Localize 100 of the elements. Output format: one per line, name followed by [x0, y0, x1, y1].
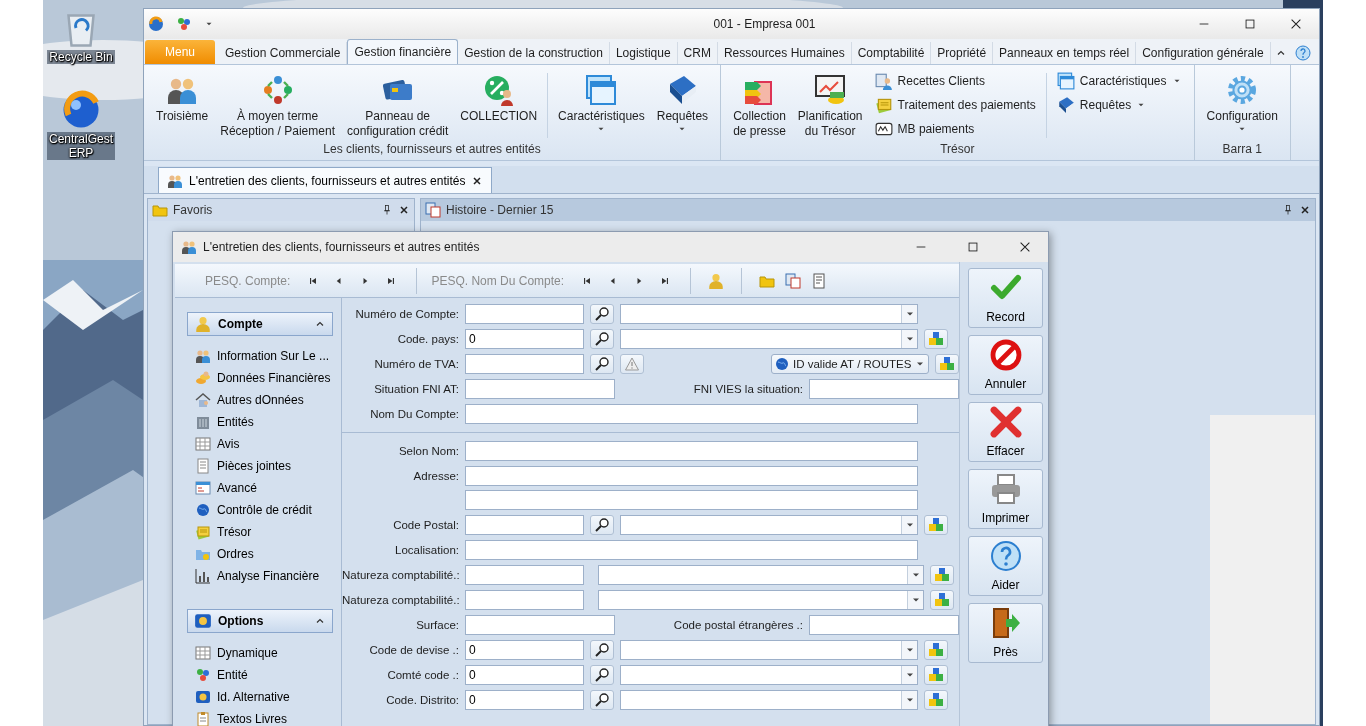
input-field[interactable] — [465, 540, 918, 560]
ribbon-tab[interactable]: Gestion financière — [347, 39, 459, 64]
input-field[interactable] — [465, 590, 584, 610]
ribbon-button[interactable]: À moyen terme Réception / Paiement — [214, 71, 341, 139]
ribbon-button[interactable]: Requêtes — [650, 71, 715, 134]
nav-link[interactable]: Autres dOnnées — [195, 389, 304, 411]
globe-icon — [195, 502, 211, 518]
input-field[interactable]: 0 — [465, 665, 584, 685]
network-icon — [176, 16, 192, 32]
nav-link[interactable]: Ordres — [195, 543, 254, 565]
lookup-button[interactable] — [924, 690, 948, 710]
input-field[interactable] — [465, 515, 584, 535]
field-label: Comté code .: — [386, 668, 459, 683]
pin-button[interactable] — [1282, 204, 1294, 216]
nav-link[interactable]: Dynamique — [195, 642, 278, 664]
input-field[interactable] — [465, 615, 615, 635]
maximize-icon — [966, 240, 980, 254]
dropdown-field[interactable] — [598, 565, 924, 585]
lookup-button[interactable] — [924, 640, 948, 660]
lookup-button[interactable] — [930, 565, 954, 585]
input-field[interactable] — [465, 304, 584, 324]
search-button[interactable] — [590, 354, 614, 374]
input-field[interactable] — [465, 379, 615, 399]
input-field[interactable] — [465, 466, 918, 486]
nav-link[interactable]: Id. Alternative — [195, 686, 290, 708]
section-header[interactable]: Options — [187, 609, 333, 633]
input-field[interactable]: 0 — [465, 640, 584, 660]
ribbon-button[interactable]: Caractéristiques — [552, 71, 651, 134]
dropdown-field[interactable] — [620, 690, 918, 710]
ribbon-button[interactable]: Collection de presse — [727, 71, 792, 139]
nav-link[interactable]: Textos Livres — [195, 708, 288, 726]
documents-icon — [785, 272, 802, 289]
input-field[interactable]: 0 — [465, 690, 584, 710]
search-button[interactable] — [590, 304, 614, 324]
input-field[interactable]: 0 — [465, 329, 584, 349]
delete-icon — [989, 406, 1022, 438]
desktop-shortcut[interactable]: Recycle Bin — [47, 8, 115, 64]
pin-button[interactable] — [381, 204, 393, 216]
field-label: Situation FNI AT: — [373, 382, 459, 397]
nav-link[interactable]: Données Financières — [195, 367, 331, 389]
gear-icon — [1226, 74, 1259, 106]
dropdown-field[interactable] — [620, 515, 918, 535]
dropdown-field[interactable] — [598, 590, 924, 610]
ribbon-button[interactable]: Requêtes — [1054, 95, 1184, 115]
input-field[interactable] — [465, 490, 918, 510]
action-button[interactable]: Imprimer — [968, 469, 1043, 529]
section-header[interactable]: Compte — [187, 312, 333, 336]
ribbon-button[interactable]: Recettes Clients — [872, 71, 1038, 91]
lookup-button[interactable] — [924, 329, 948, 349]
dropdown-field[interactable] — [620, 304, 918, 324]
action-button[interactable]: Annuler — [968, 335, 1043, 395]
dropdown-field[interactable] — [620, 665, 918, 685]
close-icon — [1018, 240, 1032, 254]
action-button[interactable]: Record — [968, 268, 1043, 328]
nav-link[interactable]: Entités — [195, 411, 254, 433]
search-button[interactable] — [590, 329, 614, 349]
nav-link[interactable]: Analyse Financière — [195, 565, 320, 587]
close-button[interactable] — [1299, 204, 1311, 216]
nav-link[interactable]: Avancé — [195, 477, 257, 499]
dropdown-field[interactable] — [620, 329, 918, 349]
search-button[interactable] — [590, 665, 614, 685]
ribbon-button[interactable]: COLLECTION — [454, 71, 544, 124]
input-field[interactable] — [809, 615, 959, 635]
document-tab[interactable]: L'entretien des clients, fournisseurs et autres entités — [158, 167, 493, 193]
input-field[interactable] — [465, 354, 584, 374]
ribbon-button[interactable]: Caractéristiques — [1054, 71, 1184, 91]
lookup-button[interactable] — [924, 515, 948, 535]
ribbon-button[interactable]: Traitement des paiements — [872, 95, 1038, 115]
nav-link[interactable]: Contrôle de crédit — [195, 499, 312, 521]
desktop-shortcut[interactable]: CentralGest ERP — [47, 90, 115, 160]
blocks-icon — [928, 517, 944, 533]
ribbon-button[interactable]: MB paiements — [872, 119, 1038, 139]
input-field[interactable] — [465, 404, 918, 424]
dropdown-field[interactable] — [620, 640, 918, 660]
action-button[interactable]: Aider — [968, 536, 1043, 596]
search-button[interactable] — [590, 690, 614, 710]
ribbon-button[interactable]: Configuration — [1200, 71, 1284, 134]
input-field[interactable] — [465, 441, 918, 461]
nav-link[interactable]: Pièces jointes — [195, 455, 292, 477]
nav-link[interactable]: Avis — [195, 433, 240, 455]
nav-link[interactable]: Trésor — [195, 521, 252, 543]
lookup-button[interactable] — [935, 354, 959, 374]
ribbon-button[interactable]: Planification du Trésor — [791, 71, 869, 139]
search-button[interactable] — [590, 640, 614, 660]
search-button[interactable] — [590, 515, 614, 535]
nav-link[interactable]: Entité — [195, 664, 248, 686]
dropdown-field[interactable]: ID valide AT / ROUTES — [771, 354, 929, 374]
input-field[interactable] — [465, 565, 584, 585]
action-button[interactable]: Près — [968, 603, 1043, 663]
nav-link[interactable]: Information Sur Le ... — [195, 345, 330, 367]
close-icon — [1299, 204, 1311, 216]
close-button[interactable] — [398, 204, 410, 216]
ribbon-button[interactable]: Panneau de configuration crédit — [340, 71, 455, 139]
action-button[interactable]: Effacer — [968, 402, 1043, 462]
input-field[interactable] — [809, 379, 959, 399]
building-icon — [195, 414, 211, 430]
lookup-button[interactable] — [930, 590, 954, 610]
warning-button[interactable] — [620, 354, 644, 374]
lookup-button[interactable] — [924, 665, 948, 685]
ribbon-button[interactable]: Troisième — [150, 71, 215, 124]
